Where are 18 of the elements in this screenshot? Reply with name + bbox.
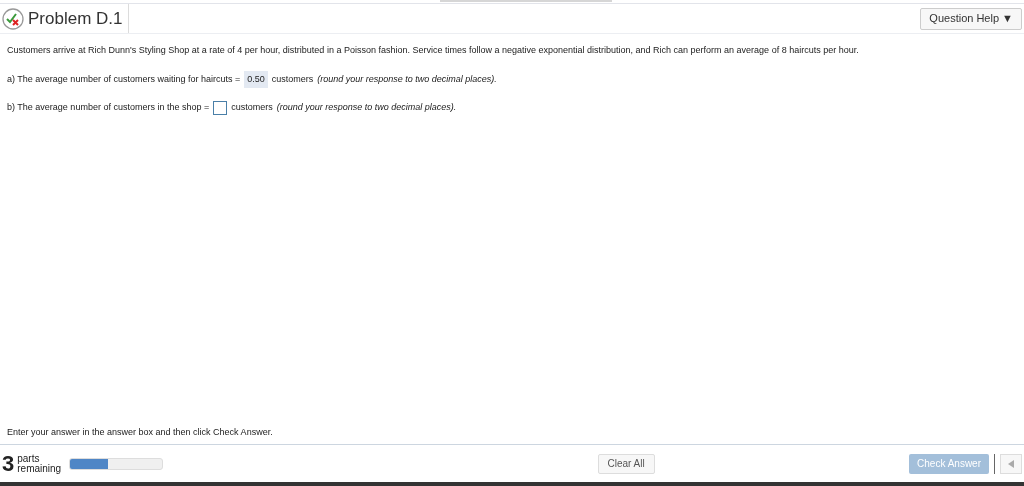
clear-all-button[interactable]: Clear All xyxy=(597,453,655,474)
rounding-note: (round your response to two decimal places). xyxy=(276,101,457,115)
parts-count: 3 xyxy=(2,452,15,475)
problem-statement: Customers arrive at Rich Dunn's Styling Shop at a rate of 4 per hour, distributed in a Poisson fashion. Service times follow a negative exponential distribution, and Rich can perform an average of 8 haircuts per hour. xyxy=(7,44,860,57)
instruction-text: Enter your answer in the answer box and then click Check Answer. xyxy=(7,425,274,439)
question-text: b) The average number of customers in the shop = xyxy=(7,101,210,115)
unit-text: customers xyxy=(271,72,314,86)
question-text: a) The average number of customers waiting for haircuts = xyxy=(7,72,241,86)
problem-title: Problem D.1 xyxy=(28,7,123,30)
answer-value: 0.50 xyxy=(244,70,268,88)
left-arrow-icon xyxy=(1008,459,1014,468)
previous-button[interactable] xyxy=(1000,453,1022,474)
remaining-label: remaining xyxy=(17,463,62,474)
answer-field[interactable] xyxy=(213,101,228,115)
rounding-note: (round your response to two decimal places). xyxy=(317,72,497,86)
question-help-button[interactable]: Question Help ▼ xyxy=(920,7,1022,30)
parts-label: parts xyxy=(17,453,40,464)
unit-text: customers xyxy=(231,101,273,115)
